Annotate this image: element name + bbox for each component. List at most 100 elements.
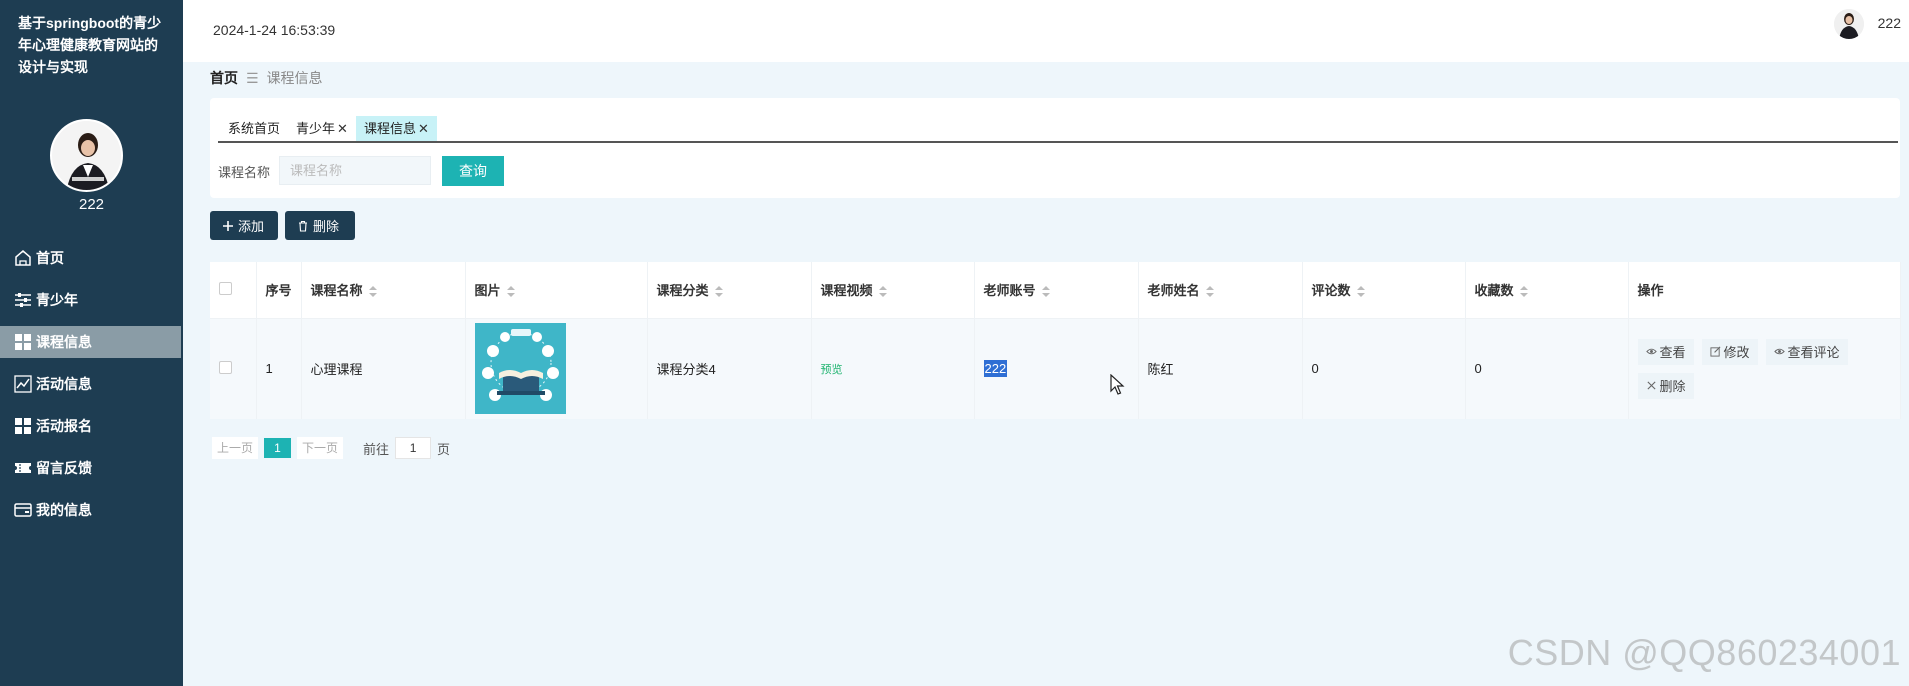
page-number-current[interactable]: 1 bbox=[264, 438, 292, 458]
column-header-teacher-account[interactable]: 老师账号 bbox=[974, 262, 1139, 319]
row-operations: 查看 修改 查看评论 删除 bbox=[1637, 338, 1868, 399]
tab-label: 青少年 bbox=[296, 121, 336, 136]
filter-panel: 系统首页 青少年 ✕ 课程信息 ✕ 课程名称 查询 bbox=[210, 98, 1900, 198]
sort-icon[interactable] bbox=[1041, 285, 1050, 298]
trash-icon bbox=[299, 220, 307, 232]
top-header: 2024-1-24 16:53:39 222 bbox=[183, 0, 1909, 62]
sidebar-item-feedback[interactable]: 留言反馈 bbox=[0, 452, 181, 484]
sidebar-item-label: 活动报名 bbox=[36, 418, 92, 434]
sidebar-item-label: 留言反馈 bbox=[36, 460, 92, 476]
close-icon bbox=[1646, 381, 1656, 390]
avatar-portrait-icon bbox=[1834, 9, 1864, 39]
row-select-cell[interactable] bbox=[210, 318, 257, 419]
add-button-label: 添加 bbox=[238, 219, 265, 234]
course-table: 序号 课程名称 图片 课程分类 课程视频 老师账号 老师姓名 评论数 收藏数 操… bbox=[210, 262, 1901, 419]
select-all-cell[interactable] bbox=[210, 262, 257, 319]
tab-youth[interactable]: 青少年 ✕ bbox=[288, 116, 356, 141]
cell-image bbox=[465, 318, 648, 419]
breadcrumb-separator: ☰ bbox=[246, 69, 259, 86]
sort-icon[interactable] bbox=[714, 285, 723, 298]
avatar[interactable] bbox=[50, 119, 123, 192]
sidebar-item-profile[interactable]: 我的信息 bbox=[0, 494, 181, 526]
tab-underline bbox=[218, 141, 1898, 143]
search-button[interactable]: 查询 bbox=[442, 156, 504, 186]
edit-button[interactable]: 修改 bbox=[1701, 338, 1758, 365]
column-header-image[interactable]: 图片 bbox=[465, 262, 648, 319]
edit-icon bbox=[1709, 346, 1720, 357]
sort-icon[interactable] bbox=[1356, 285, 1365, 298]
row-checkbox[interactable] bbox=[219, 360, 232, 374]
next-page-button[interactable]: 下一页 bbox=[297, 437, 344, 459]
teacher-account-text: 222 bbox=[983, 360, 1008, 378]
cell-favorites: 0 bbox=[1465, 318, 1629, 419]
course-illustration-icon bbox=[474, 323, 566, 415]
sort-icon[interactable] bbox=[368, 285, 377, 298]
sort-icon[interactable] bbox=[878, 285, 887, 298]
cell-video: 预览 bbox=[811, 318, 975, 419]
header-username: 222 bbox=[1877, 15, 1901, 31]
tab-bar: 系统首页 青少年 ✕ 课程信息 ✕ bbox=[220, 116, 437, 141]
course-thumbnail[interactable] bbox=[474, 323, 566, 415]
sidebar-item-registration[interactable]: 活动报名 bbox=[0, 410, 181, 442]
sidebar-username: 222 bbox=[78, 196, 105, 213]
current-datetime: 2024-1-24 16:53:39 bbox=[213, 22, 336, 38]
avatar-portrait-icon bbox=[52, 121, 121, 190]
close-icon[interactable]: ✕ bbox=[418, 116, 429, 141]
column-header-teacher-name[interactable]: 老师姓名 bbox=[1138, 262, 1303, 319]
video-preview-link[interactable]: 预览 bbox=[821, 364, 843, 376]
sort-icon[interactable] bbox=[1205, 285, 1214, 298]
view-comments-button[interactable]: 查看评论 bbox=[1765, 338, 1848, 365]
table-row: 1 心理课程 课程分类4 预览 222 陈红 0 0 查看 修改 查看评论 删除 bbox=[210, 318, 1901, 419]
grid-icon bbox=[14, 333, 32, 351]
cell-course-name: 心理课程 bbox=[301, 318, 466, 419]
sidebar-item-home[interactable]: 首页 bbox=[0, 242, 181, 274]
delete-button[interactable]: 删除 bbox=[285, 211, 355, 240]
cell-comments: 0 bbox=[1302, 318, 1466, 419]
system-title: 基于springboot的青少年心理健康教育网站的设计与实现 bbox=[18, 15, 162, 75]
goto-page-input[interactable] bbox=[395, 437, 432, 459]
sort-icon[interactable] bbox=[1519, 285, 1528, 298]
sidebar-item-label: 我的信息 bbox=[36, 502, 92, 518]
sidebar-item-label: 青少年 bbox=[36, 292, 78, 308]
close-icon[interactable]: ✕ bbox=[337, 116, 348, 141]
column-header-favorites[interactable]: 收藏数 bbox=[1465, 262, 1629, 319]
column-header-index: 序号 bbox=[256, 262, 302, 319]
sort-icon[interactable] bbox=[506, 285, 515, 298]
prev-page-button[interactable]: 上一页 bbox=[212, 437, 259, 459]
column-header-comments[interactable]: 评论数 bbox=[1302, 262, 1466, 319]
eye-icon bbox=[1773, 349, 1785, 355]
select-all-checkbox[interactable] bbox=[219, 281, 232, 295]
tab-course-info[interactable]: 课程信息 ✕ bbox=[355, 116, 437, 141]
add-button[interactable]: 添加 bbox=[210, 211, 278, 240]
cell-teacher-account: 222 bbox=[974, 318, 1139, 419]
goto-label: 前往 bbox=[363, 441, 390, 457]
watermark: CSDN @QQ860234001 bbox=[1507, 632, 1901, 673]
card-icon bbox=[14, 501, 32, 519]
course-name-input[interactable] bbox=[279, 156, 431, 185]
breadcrumb-home[interactable]: 首页 bbox=[210, 68, 238, 88]
column-header-video[interactable]: 课程视频 bbox=[811, 262, 975, 319]
header-avatar[interactable] bbox=[1834, 9, 1864, 39]
row-delete-button[interactable]: 删除 bbox=[1637, 372, 1694, 399]
tab-system-home[interactable]: 系统首页 bbox=[220, 116, 288, 141]
sidebar-item-label: 首页 bbox=[36, 250, 64, 266]
chart-line-icon bbox=[14, 375, 32, 393]
pagination: 上一页 1 下一页 前往 页 bbox=[212, 437, 450, 459]
breadcrumb: 首页 ☰ 课程信息 bbox=[210, 68, 323, 88]
sidebar-item-activities[interactable]: 活动信息 bbox=[0, 368, 181, 400]
sidebar-item-courses[interactable]: 课程信息 bbox=[0, 326, 181, 358]
mouse-cursor-icon bbox=[1110, 374, 1125, 395]
cell-operations: 查看 修改 查看评论 删除 bbox=[1628, 318, 1901, 419]
column-header-course-name[interactable]: 课程名称 bbox=[301, 262, 466, 319]
view-button[interactable]: 查看 bbox=[1637, 338, 1694, 365]
grid-icon bbox=[14, 417, 32, 435]
search-label: 课程名称 bbox=[218, 165, 271, 180]
column-header-operations: 操作 bbox=[1628, 262, 1901, 319]
sidebar-item-youth[interactable]: 青少年 bbox=[0, 284, 181, 316]
home-icon bbox=[14, 249, 32, 267]
tab-label: 课程信息 bbox=[363, 121, 416, 136]
column-header-category[interactable]: 课程分类 bbox=[647, 262, 812, 319]
sidebar-item-label: 课程信息 bbox=[36, 334, 92, 350]
tab-label: 系统首页 bbox=[228, 121, 281, 136]
ticket-icon bbox=[14, 459, 32, 477]
